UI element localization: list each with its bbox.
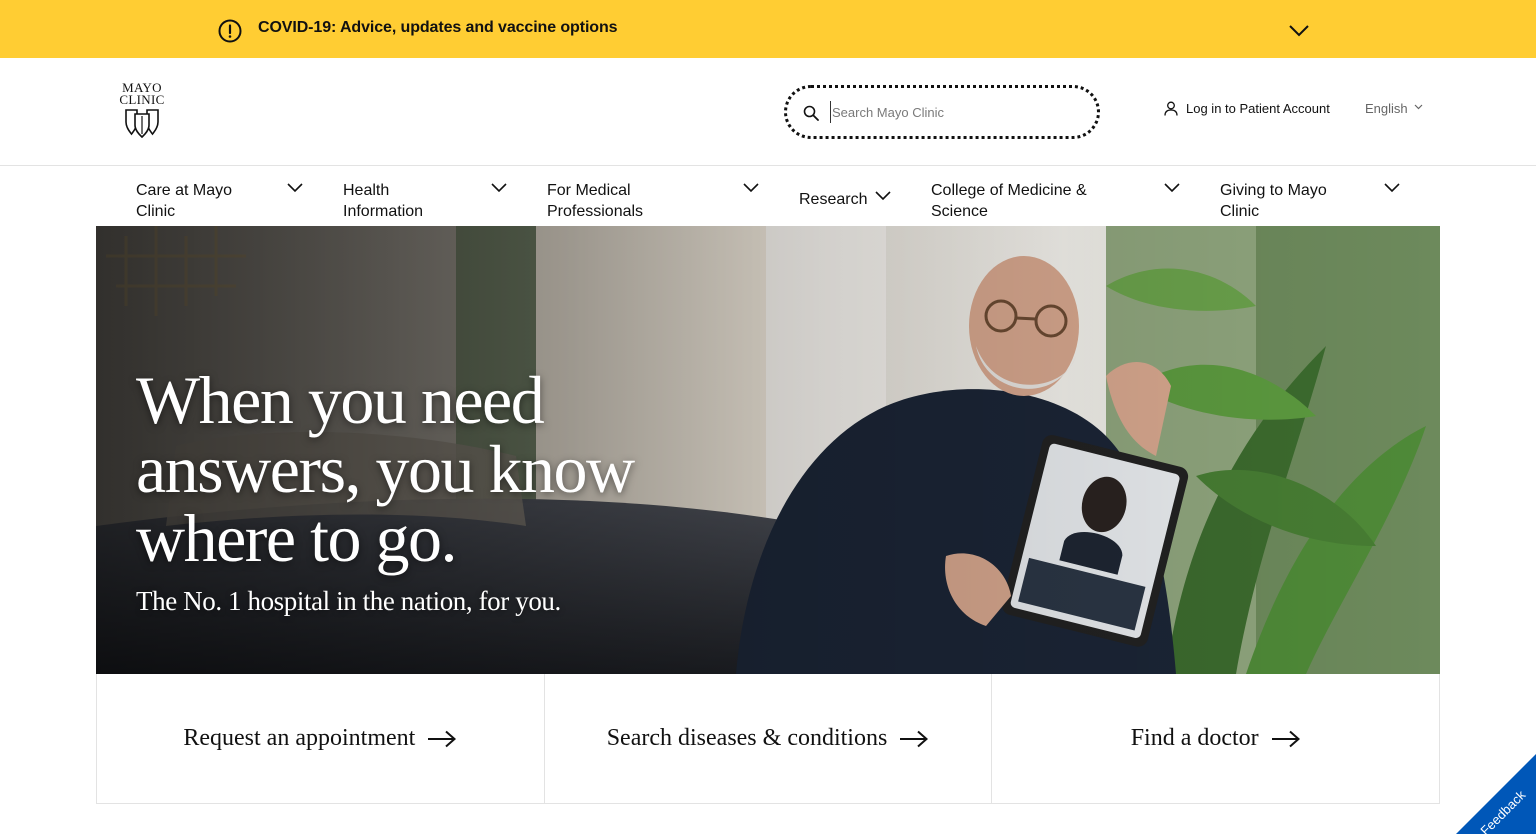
hero-title: When you need answers, you know where to… bbox=[136, 366, 736, 573]
nav-item-label: Clinic bbox=[136, 203, 176, 220]
chevron-down-icon[interactable] bbox=[1164, 183, 1180, 193]
site-header: MAYO CLINIC Log in to Patient Account En… bbox=[0, 58, 1536, 166]
covid-banner[interactable]: COVID-19: Advice, updates and vaccine op… bbox=[0, 0, 1536, 58]
card-label[interactable]: Find a doctor bbox=[1131, 725, 1259, 752]
chevron-down-icon[interactable] bbox=[743, 183, 759, 193]
card-label[interactable]: Request an appointment bbox=[183, 725, 415, 752]
nav-item-label: College of Medicine & bbox=[931, 182, 1087, 199]
mayo-shield-icon bbox=[125, 109, 159, 138]
nav-item-label: Professionals bbox=[547, 203, 644, 220]
nav-item-giving-to-mayo-clinic[interactable]: Giving to Mayo Clinic bbox=[1220, 180, 1327, 222]
arrow-right-icon bbox=[428, 730, 457, 747]
nav-item-label: Science bbox=[931, 203, 988, 220]
covid-banner-text[interactable]: COVID-19: Advice, updates and vaccine op… bbox=[258, 19, 618, 37]
nav-item-research[interactable]: Research bbox=[799, 189, 867, 210]
search-box[interactable] bbox=[784, 85, 1100, 139]
mayo-clinic-logo[interactable]: MAYO CLINIC bbox=[115, 81, 169, 140]
request-appointment-link[interactable]: Request an appointment bbox=[97, 674, 545, 803]
nav-item-health-information[interactable]: Health Information bbox=[343, 180, 423, 222]
chevron-down-icon[interactable] bbox=[1384, 183, 1400, 193]
hero-banner: When you need answers, you know where to… bbox=[96, 226, 1440, 674]
chevron-down-icon[interactable] bbox=[287, 183, 303, 193]
hero-title-line: where to go. bbox=[136, 500, 458, 576]
nav-item-label: Giving to Mayo bbox=[1220, 182, 1327, 199]
chevron-down-icon[interactable] bbox=[1288, 22, 1310, 38]
arrow-right-icon bbox=[1271, 730, 1300, 747]
chevron-down-icon[interactable] bbox=[491, 183, 507, 193]
logo-line-2: CLINIC bbox=[119, 92, 165, 107]
hero-title-line: answers, you know bbox=[136, 431, 635, 507]
hero-title-line: When you need bbox=[136, 362, 545, 438]
nav-item-for-medical-professionals[interactable]: For Medical Professionals bbox=[547, 180, 643, 222]
quick-actions: Request an appointment Search diseases &… bbox=[96, 674, 1440, 804]
chevron-down-icon bbox=[1414, 104, 1423, 109]
alert-circle-icon bbox=[218, 19, 242, 43]
nav-item-label: Care at Mayo bbox=[136, 182, 233, 199]
find-doctor-link[interactable]: Find a doctor bbox=[992, 674, 1439, 803]
card-label[interactable]: Search diseases & conditions bbox=[607, 725, 888, 752]
nav-item-label: Information bbox=[343, 203, 424, 220]
login-label[interactable]: Log in to Patient Account bbox=[1186, 101, 1330, 116]
search-icon[interactable] bbox=[803, 105, 819, 121]
nav-item-label: For Medical bbox=[547, 182, 631, 199]
login-link[interactable]: Log in to Patient Account bbox=[1164, 101, 1330, 116]
nav-item-care-at-mayo-clinic[interactable]: Care at Mayo Clinic bbox=[136, 180, 232, 222]
chevron-down-icon[interactable] bbox=[875, 191, 891, 201]
nav-item-label: Research bbox=[799, 191, 868, 208]
nav-item-label: Clinic bbox=[1220, 203, 1260, 220]
language-selector[interactable]: English bbox=[1365, 101, 1423, 116]
nav-item-label: Health bbox=[343, 182, 390, 199]
arrow-right-icon bbox=[900, 730, 929, 747]
hero-subtitle: The No. 1 hospital in the nation, for yo… bbox=[136, 586, 561, 616]
search-input[interactable] bbox=[830, 101, 1080, 123]
feedback-button[interactable]: Feedback bbox=[1436, 734, 1536, 834]
nav-item-college-of-medicine[interactable]: College of Medicine & Science bbox=[931, 180, 1087, 222]
user-icon bbox=[1164, 101, 1178, 116]
language-label[interactable]: English bbox=[1365, 101, 1408, 116]
search-diseases-link[interactable]: Search diseases & conditions bbox=[545, 674, 993, 803]
